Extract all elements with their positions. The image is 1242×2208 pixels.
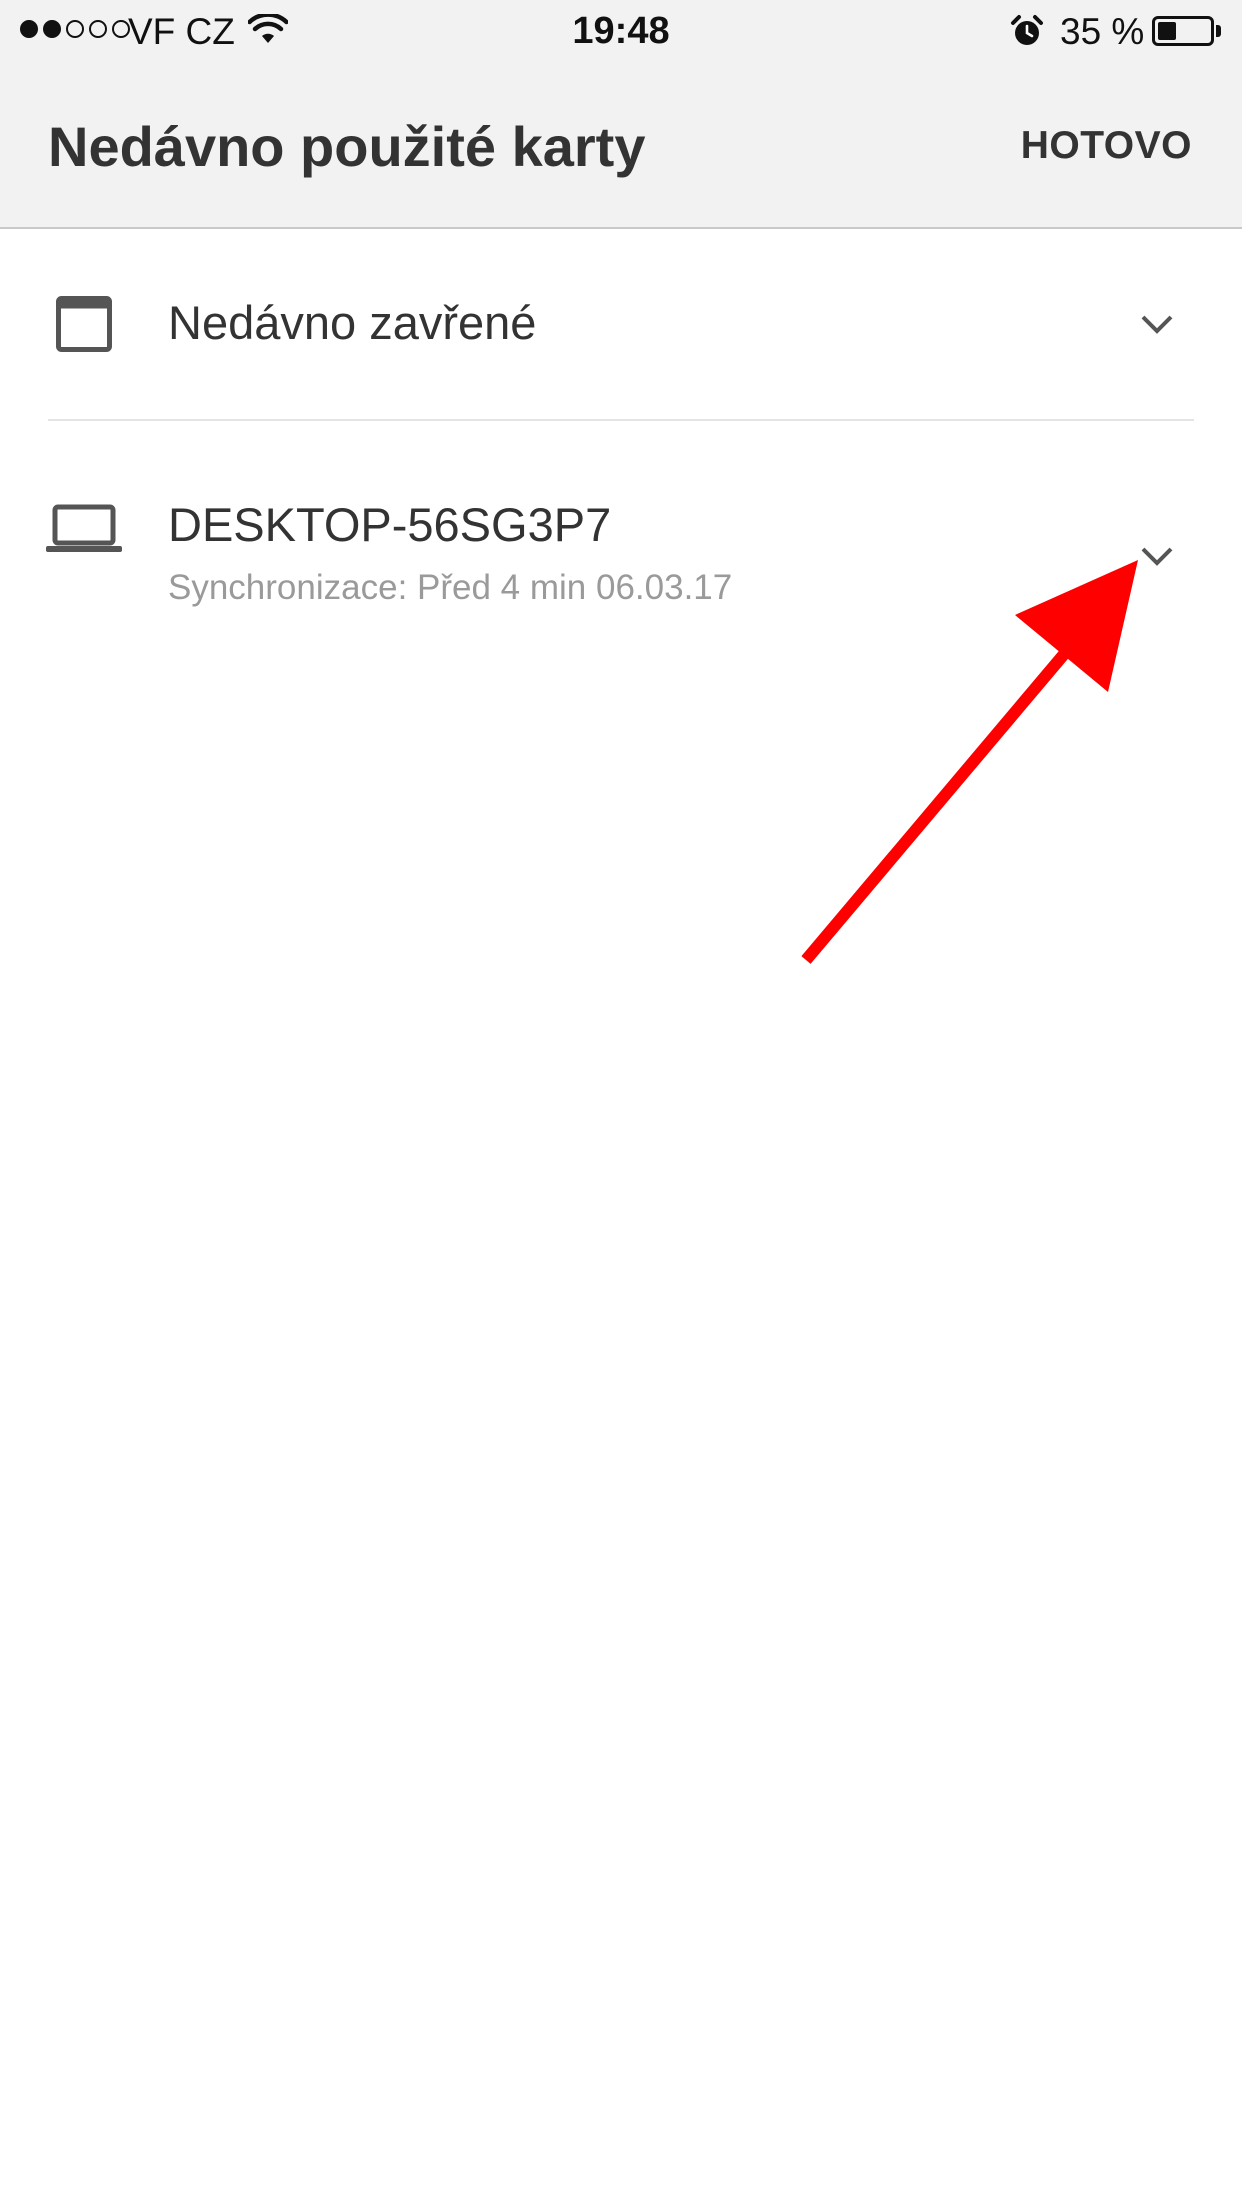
status-time: 19:48 bbox=[572, 10, 670, 52]
device-name: DESKTOP-56SG3P7 bbox=[168, 498, 612, 551]
battery-tip bbox=[1216, 25, 1221, 37]
list-item-device[interactable]: DESKTOP-56SG3P7 Synchronizace: Před 4 mi… bbox=[0, 421, 1242, 681]
battery-icon bbox=[1152, 16, 1214, 46]
chevron-down-icon[interactable] bbox=[1140, 313, 1174, 335]
chevron-down-icon[interactable] bbox=[1140, 545, 1174, 567]
screen: VF CZ 19:48 35 % Nedávno použité karty H… bbox=[0, 0, 1242, 2208]
alarm-clock-icon bbox=[1011, 15, 1043, 45]
recently-closed-label: Nedávno zavřené bbox=[168, 296, 537, 349]
laptop-icon bbox=[46, 504, 122, 552]
battery-level-fill bbox=[1158, 22, 1176, 40]
device-sync-status: Synchronizace: Před 4 min 06.03.17 bbox=[168, 568, 733, 607]
list-item-recently-closed[interactable]: Nedávno zavřené bbox=[0, 229, 1242, 419]
done-button[interactable]: HOTOVO bbox=[1021, 120, 1192, 172]
page-title: Nedávno použité karty bbox=[48, 115, 646, 178]
battery-percentage: 35 % bbox=[1060, 11, 1145, 52]
status-bar: VF CZ 19:48 35 % bbox=[0, 0, 1242, 64]
app-bar: Nedávno použité karty HOTOVO bbox=[0, 64, 1242, 229]
browser-window-icon bbox=[56, 296, 112, 352]
